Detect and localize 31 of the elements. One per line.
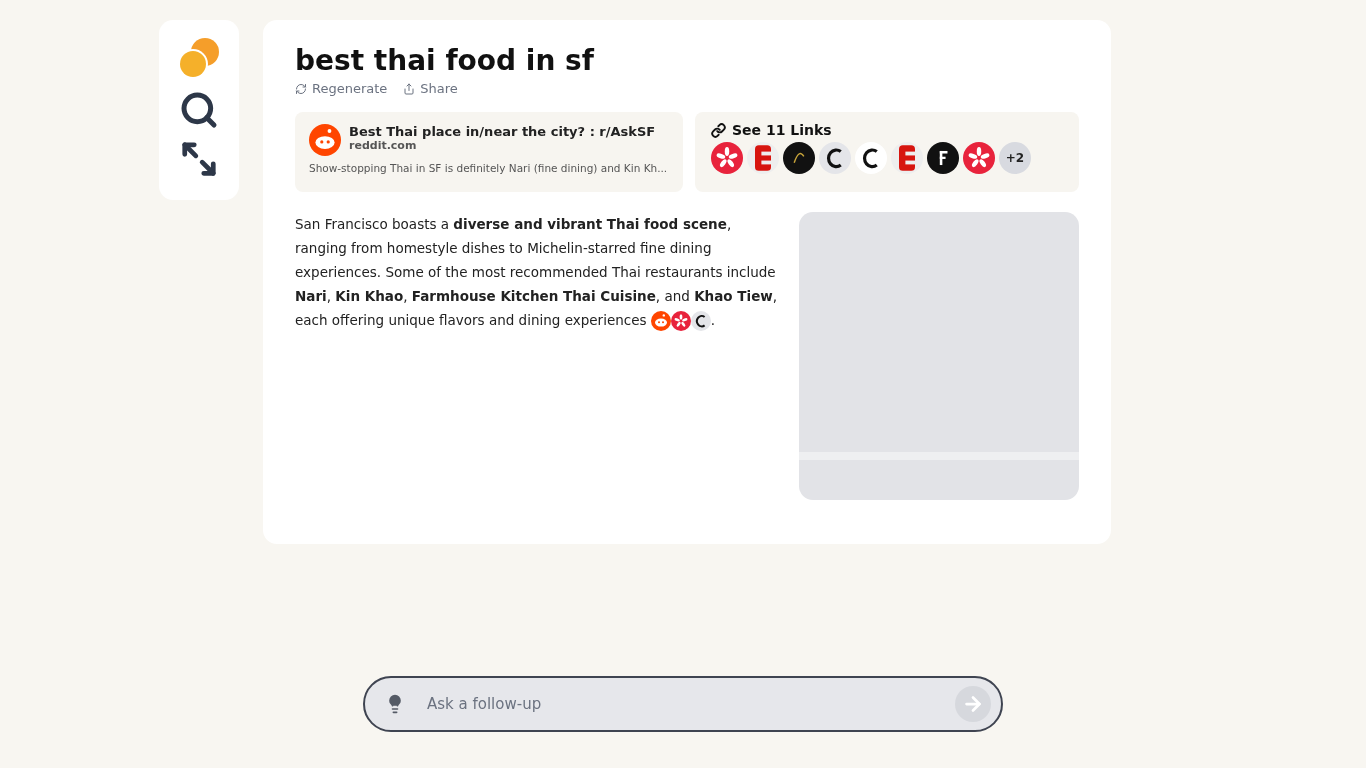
- letter-logo-icon: [891, 142, 923, 174]
- expand-icon[interactable]: [180, 140, 218, 178]
- alien-logo-icon: [309, 124, 341, 156]
- letter-logo-icon: [747, 142, 779, 174]
- alien-logo-icon: [650, 311, 671, 331]
- links-card[interactable]: See 11 Links +2: [695, 112, 1079, 192]
- regenerate-link[interactable]: Regenerate: [295, 81, 388, 96]
- search-icon[interactable]: [179, 90, 219, 130]
- answer-text: San Francisco boasts a diverse and vibrant Thai food scene, ranging from homestyle dishes to Michelin-starred fine dining experiences. Some of the most recommended Thai restaurants include Nari, Kin Khao, Farmhouse Kitchen Thai Cuisine, and Khao Tiew, each offering unique flavors and dining experiences .: [295, 212, 779, 500]
- source-snippet: Show-stopping Thai in SF is definitely Nari (fine dining) and Kin Kh...: [309, 162, 669, 174]
- source-domain: reddit.com: [349, 139, 418, 152]
- flower-logo-icon: [711, 142, 743, 174]
- query-title: best thai food in sf: [295, 44, 596, 77]
- serif-logo-icon: [927, 142, 959, 174]
- share-link[interactable]: Share: [403, 81, 458, 96]
- arrow-icon: [962, 693, 984, 715]
- followup-field[interactable]: Ask a follow-up: [425, 694, 935, 714]
- followup-bar[interactable]: Ask a follow-up: [363, 676, 1003, 732]
- flower-logo-icon: [963, 142, 995, 174]
- gothic-logo-icon: [690, 311, 711, 331]
- share-icon: [403, 82, 416, 95]
- flower-logo-icon: [670, 311, 691, 331]
- gothic-logo-icon: [855, 142, 887, 174]
- script-logo-icon: [783, 142, 815, 174]
- links-label: See 11 Links: [732, 122, 832, 138]
- link-icon: [711, 122, 726, 138]
- refresh-icon: [295, 82, 307, 95]
- gothic-logo-icon: [819, 142, 851, 174]
- source-card[interactable]: Best Thai place in/near the city? : r/AskSF reddit.com Show-stopping Thai in SF is definitely Nari (fine dining) and Kin Kh...: [295, 112, 683, 192]
- source-title: Best Thai place in/near the city? : r/AskSF: [349, 124, 656, 139]
- more-count[interactable]: +2: [999, 142, 1031, 174]
